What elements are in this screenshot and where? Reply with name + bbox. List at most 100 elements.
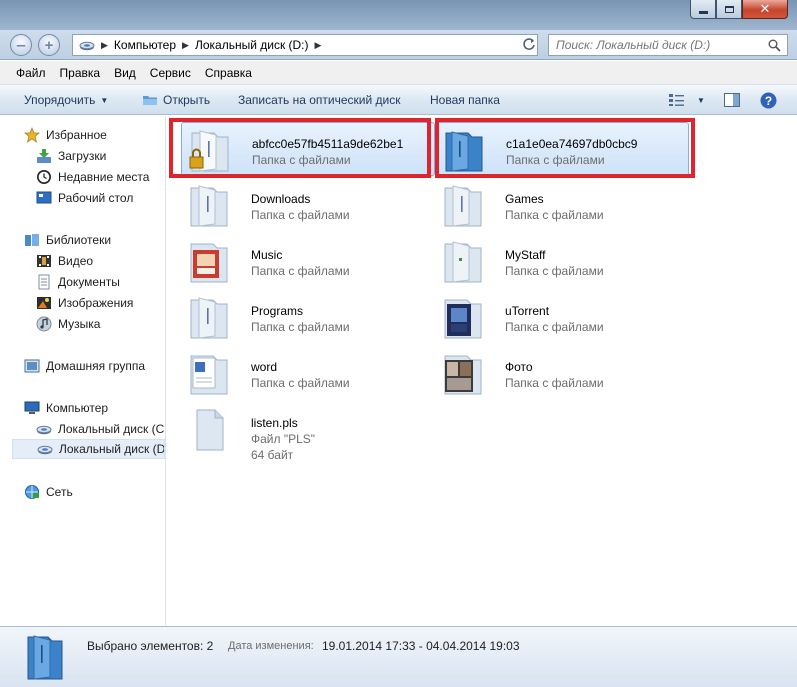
new-folder-button[interactable]: Новая папка (430, 85, 500, 115)
folder-tile[interactable]: Music Папка с файлами (181, 234, 435, 288)
menu-bar: Файл Правка Вид Сервис Справка (0, 61, 797, 85)
minimize-button[interactable] (690, 0, 716, 19)
selection-count: Выбрано элементов: 2 (87, 639, 214, 653)
file-name: Downloads (251, 192, 311, 206)
file-type: Папка с файлами (505, 320, 604, 334)
nav-downloads-label: Загрузки (58, 149, 107, 163)
nav-libraries[interactable]: Библиотеки (24, 230, 169, 250)
media-folder-icon (444, 299, 482, 339)
breadcrumb-separator-icon[interactable]: ▶ (101, 40, 108, 51)
search-input[interactable] (556, 38, 761, 52)
breadcrumb-separator-icon[interactable]: ▶ (315, 40, 322, 51)
nav-video[interactable]: Видео (36, 251, 165, 271)
folder-tile[interactable]: word Папка с файлами (181, 346, 435, 400)
folder-icon (190, 185, 228, 227)
menu-file[interactable]: Файл (10, 66, 54, 80)
nav-music-label: Музыка (58, 317, 101, 331)
nav-favorites[interactable]: Избранное (24, 125, 169, 145)
file-name: MyStaff (505, 248, 546, 262)
title-bar: ✕ (0, 0, 797, 30)
file-name: Games (505, 192, 544, 206)
file-type: Папка с файлами (505, 208, 604, 222)
file-name: word (251, 360, 278, 374)
folder-icon (444, 241, 482, 283)
nav-desktop-label: Рабочий стол (58, 191, 134, 205)
navigation-pane: Избранное Загрузки Недавние места Рабочи… (0, 116, 166, 626)
breadcrumb-separator-icon[interactable]: ▶ (182, 40, 189, 51)
preview-pane-icon (724, 93, 740, 107)
nav-music[interactable]: Музыка (36, 314, 165, 334)
nav-disk-d-label: Локальный диск (D:) (59, 442, 165, 456)
nav-video-label: Видео (58, 254, 94, 268)
desktop-icon (36, 191, 52, 204)
maximize-button[interactable] (716, 0, 742, 19)
nav-recent-label: Недавние места (58, 170, 150, 184)
folder-tile[interactable]: Downloads Папка с файлами (181, 178, 435, 232)
folder-tile[interactable]: MyStaff Папка с файлами (435, 234, 689, 288)
nav-desktop[interactable]: Рабочий стол (36, 188, 165, 208)
nav-homegroup[interactable]: Домашняя группа (24, 356, 169, 376)
preview-pane-button[interactable] (724, 85, 740, 115)
address-bar: ‒ + ▶ Компьютер ▶ Локальный диск (D:) ▶ (0, 30, 797, 60)
nav-network-label: Сеть (46, 485, 73, 499)
highlight-box (169, 118, 431, 178)
drive-icon (79, 41, 95, 51)
nav-disk-c-label: Локальный диск (C:) (58, 422, 165, 436)
file-type: Папка с файлами (251, 208, 350, 222)
refresh-icon[interactable] (522, 37, 536, 51)
nav-favorites-label: Избранное (46, 128, 107, 142)
breadcrumb-computer[interactable]: Компьютер (114, 38, 176, 52)
highlight-box (435, 118, 695, 178)
computer-icon (24, 401, 40, 414)
music-icon (36, 316, 52, 332)
maximize-icon (724, 5, 734, 13)
nav-documents[interactable]: Документы (36, 272, 165, 292)
nav-computer-label: Компьютер (46, 401, 109, 415)
nav-images-label: Изображения (58, 296, 134, 310)
help-button[interactable]: ? (760, 85, 777, 115)
nav-downloads[interactable]: Загрузки (36, 146, 165, 166)
search-box[interactable] (548, 34, 788, 56)
network-icon (25, 485, 39, 499)
dropdown-arrow-icon: ▼ (100, 95, 109, 105)
menu-edit[interactable]: Правка (54, 66, 109, 80)
nav-images[interactable]: Изображения (36, 293, 165, 313)
date-modified-value: 19.01.2014 17:33 - 04.04.2014 19:03 (322, 639, 520, 653)
nav-computer[interactable]: Компьютер (24, 398, 169, 418)
open-button[interactable]: Открыть (142, 85, 210, 115)
file-type: Папка с файлами (251, 264, 350, 278)
folder-tile[interactable]: Programs Папка с файлами (181, 290, 435, 344)
nav-disk-c[interactable]: Локальный диск (C:) (36, 419, 165, 439)
forward-button[interactable]: + (38, 34, 60, 56)
file-name: Programs (251, 304, 304, 318)
folder-tile[interactable]: uTorrent Папка с файлами (435, 290, 689, 344)
nav-network[interactable]: Сеть (24, 482, 169, 502)
images-icon (37, 297, 51, 309)
address-field[interactable]: ▶ Компьютер ▶ Локальный диск (D:) ▶ (72, 34, 538, 56)
back-button[interactable]: ‒ (10, 34, 32, 56)
nav-recent-places[interactable]: Недавние места (36, 167, 165, 187)
search-icon[interactable] (768, 39, 781, 52)
minimize-icon (698, 11, 708, 14)
breadcrumb-disk-d[interactable]: Локальный диск (D:) (195, 38, 309, 52)
organize-button[interactable]: Упорядочить ▼ (24, 85, 108, 115)
libraries-icon (25, 234, 39, 246)
view-options-button[interactable]: ▼ (668, 85, 705, 115)
svg-text:?: ? (765, 94, 772, 108)
open-label: Открыть (163, 93, 211, 107)
folder-tile[interactable]: Games Папка с файлами (435, 178, 689, 232)
details-pane: Выбрано элементов: 2 Дата изменения: 19.… (0, 626, 797, 687)
burn-disc-button[interactable]: Записать на оптический диск (238, 85, 401, 115)
close-button[interactable]: ✕ (742, 0, 788, 19)
star-icon (24, 127, 40, 143)
menu-tools[interactable]: Сервис (144, 66, 199, 80)
nav-homegroup-label: Домашняя группа (46, 359, 146, 373)
file-tile[interactable]: listen.pls Файл "PLS" 64 байт (181, 402, 435, 468)
file-name: Фото (505, 360, 533, 374)
folder-tile[interactable]: Фото Папка с файлами (435, 346, 689, 400)
back-arrow-icon: ‒ (16, 36, 26, 54)
nav-disk-d[interactable]: Локальный диск (D:) (12, 439, 165, 459)
menu-view[interactable]: Вид (108, 66, 144, 80)
menu-help[interactable]: Справка (199, 66, 260, 80)
nav-libraries-label: Библиотеки (46, 233, 112, 247)
